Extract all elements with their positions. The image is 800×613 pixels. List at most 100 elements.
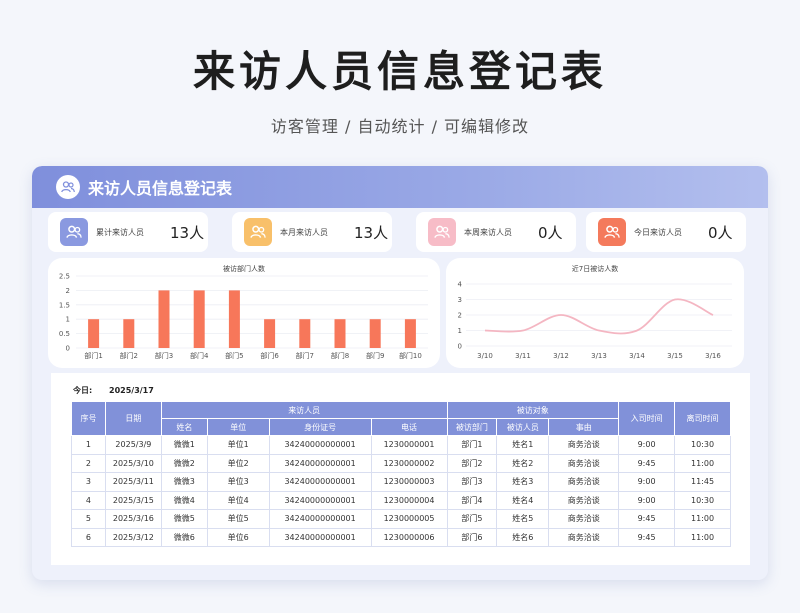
col-in-time: 入司时间 (618, 401, 676, 436)
table-cell[interactable]: 商务洽谈 (548, 509, 620, 529)
stat-label: 今日来访人员 (634, 227, 682, 237)
table-cell[interactable]: 5 (71, 509, 106, 529)
table-cell[interactable]: 1230000005 (370, 509, 448, 529)
table-cell[interactable]: 9:00 (618, 490, 676, 510)
table-cell[interactable]: 姓名4 (496, 490, 550, 510)
x-tick-label: 部门9 (366, 351, 384, 360)
table-cell[interactable]: 1230000002 (370, 453, 448, 473)
y-tick-label: 3 (458, 296, 462, 304)
table-row[interactable]: 6 2025/3/12 微微6 单位6 34240000000001 1230000006… (71, 527, 731, 547)
table-cell[interactable]: 9:00 (618, 435, 676, 455)
table-cell[interactable]: 1 (71, 435, 106, 455)
y-tick-label: 0 (458, 343, 462, 351)
today-row: 今日: 2025/3/17 (73, 385, 168, 396)
table-cell[interactable]: 单位4 (206, 490, 270, 510)
table-cell[interactable]: 11:45 (674, 472, 731, 492)
x-tick-label: 部门7 (296, 351, 314, 360)
stat-week: 本周来访人员 0人 (416, 212, 576, 252)
table-cell[interactable]: 11:00 (674, 509, 731, 529)
table-cell[interactable]: 微微2 (160, 453, 208, 473)
table-cell[interactable]: 部门3 (446, 472, 498, 492)
table-row[interactable]: 3 2025/3/11 微微3 单位3 34240000000001 1230000003… (71, 472, 731, 492)
table-cell[interactable]: 姓名6 (496, 527, 550, 547)
table-cell[interactable]: 11:00 (674, 527, 731, 547)
bar-chart-svg: 0 0.5 1 1.5 2 2.5 部门1 部门2 部门3 部门4 部门5 部门6 部门7 部门8 部门9 部… (59, 273, 428, 360)
table-cell[interactable]: 微微4 (160, 490, 208, 510)
table-cell[interactable]: 商务洽谈 (548, 472, 620, 492)
table-cell[interactable]: 姓名2 (496, 453, 550, 473)
table-cell[interactable]: 3 (71, 472, 106, 492)
x-tick-label: 3/16 (705, 352, 721, 360)
table-cell[interactable]: 姓名3 (496, 472, 550, 492)
table-cell[interactable]: 9:45 (618, 509, 676, 529)
table-cell[interactable]: 微微6 (160, 527, 208, 547)
table-cell[interactable]: 商务洽谈 (548, 453, 620, 473)
table-cell[interactable]: 2025/3/10 (104, 453, 162, 473)
col-name: 姓名 (160, 418, 208, 436)
table-cell[interactable]: 单位1 (206, 435, 270, 455)
table-cell[interactable]: 4 (71, 490, 106, 510)
table-cell[interactable]: 2025/3/12 (104, 527, 162, 547)
table-cell[interactable]: 9:45 (618, 527, 676, 547)
series-line (484, 298, 714, 335)
table-cell[interactable]: 34240000000001 (268, 490, 372, 510)
table-cell[interactable]: 商务洽谈 (548, 527, 620, 547)
bar (299, 319, 311, 348)
table-cell[interactable]: 1230000006 (370, 527, 448, 547)
table-cell[interactable]: 商务洽谈 (548, 435, 620, 455)
table-cell[interactable]: 2025/3/16 (104, 509, 162, 529)
table-cell[interactable]: 姓名1 (496, 435, 550, 455)
users-icon (56, 175, 80, 199)
table-cell[interactable]: 部门2 (446, 453, 498, 473)
col-visitor-group: 来访人员 (160, 401, 448, 419)
col-person: 被访人员 (496, 418, 550, 436)
panel-title: 来访人员信息登记表 (88, 179, 233, 198)
table-cell[interactable]: 姓名5 (496, 509, 550, 529)
table-cell[interactable]: 1230000004 (370, 490, 448, 510)
table-cell[interactable]: 微微1 (160, 435, 208, 455)
stat-label: 累计来访人员 (96, 227, 144, 237)
table-row[interactable]: 5 2025/3/16 微微5 单位5 34240000000001 1230000005… (71, 509, 731, 529)
table-cell[interactable]: 10:30 (674, 435, 731, 455)
table-cell[interactable]: 1230000001 (370, 435, 448, 455)
x-tick-label: 部门6 (260, 351, 279, 360)
bar (88, 319, 100, 348)
table-cell[interactable]: 单位3 (206, 472, 270, 492)
table-cell[interactable]: 2 (71, 453, 106, 473)
table-cell[interactable]: 商务洽谈 (548, 490, 620, 510)
table-row[interactable]: 4 2025/3/15 微微4 单位4 34240000000001 1230000004… (71, 490, 731, 510)
table-cell[interactable]: 微微5 (160, 509, 208, 529)
table-body: 1 2025/3/9 微微1 单位1 34240000000001 1230000001 部… (71, 435, 731, 547)
table-cell[interactable]: 34240000000001 (268, 527, 372, 547)
table-cell[interactable]: 11:00 (674, 453, 731, 473)
table-cell[interactable]: 2025/3/11 (104, 472, 162, 492)
users-icon (60, 218, 88, 246)
table-cell[interactable]: 34240000000001 (268, 435, 372, 455)
table-cell[interactable]: 34240000000001 (268, 472, 372, 492)
stats-row: 累计来访人员 13人 本月来访人员 13人 本周来访人员 0人 今日来访人员 0… (48, 212, 748, 252)
table-row[interactable]: 1 2025/3/9 微微1 单位1 34240000000001 1230000001 部… (71, 435, 731, 455)
table-cell[interactable]: 6 (71, 527, 106, 547)
table-cell[interactable]: 部门5 (446, 509, 498, 529)
table-cell[interactable]: 9:45 (618, 453, 676, 473)
x-tick-label: 部门10 (399, 351, 422, 360)
table-cell[interactable]: 单位6 (206, 527, 270, 547)
table-cell[interactable]: 部门1 (446, 435, 498, 455)
x-tick-label: 3/14 (629, 352, 645, 360)
y-tick-label: 2.5 (59, 273, 70, 281)
table-cell[interactable]: 34240000000001 (268, 453, 372, 473)
table-cell[interactable]: 1230000003 (370, 472, 448, 492)
table-cell[interactable]: 部门6 (446, 527, 498, 547)
users-icon (428, 218, 456, 246)
table-cell[interactable]: 34240000000001 (268, 509, 372, 529)
line-chart-svg: 0 1 2 3 4 3/10 3/11 3/12 3/13 3/14 3/15 3/16 (458, 281, 732, 360)
table-cell[interactable]: 10:30 (674, 490, 731, 510)
table-cell[interactable]: 微微3 (160, 472, 208, 492)
table-cell[interactable]: 2025/3/9 (104, 435, 162, 455)
table-cell[interactable]: 单位2 (206, 453, 270, 473)
table-cell[interactable]: 单位5 (206, 509, 270, 529)
table-cell[interactable]: 9:00 (618, 472, 676, 492)
table-row[interactable]: 2 2025/3/10 微微2 单位2 34240000000001 1230000002… (71, 453, 731, 473)
table-cell[interactable]: 部门4 (446, 490, 498, 510)
table-cell[interactable]: 2025/3/15 (104, 490, 162, 510)
